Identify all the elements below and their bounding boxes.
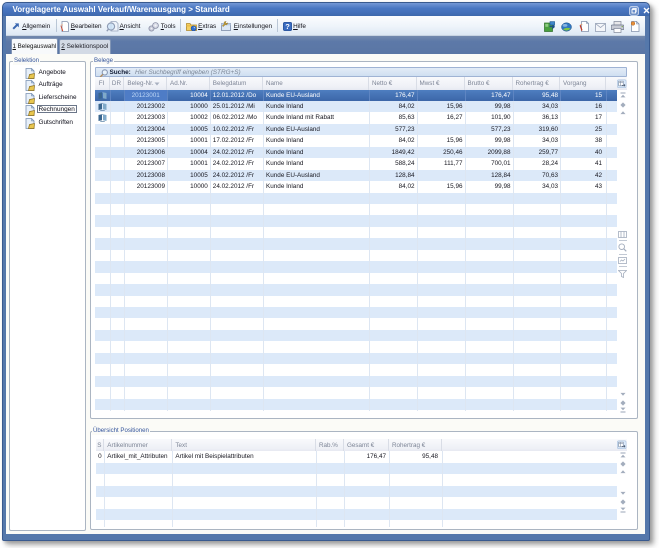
svg-text:?: ? bbox=[285, 22, 290, 31]
